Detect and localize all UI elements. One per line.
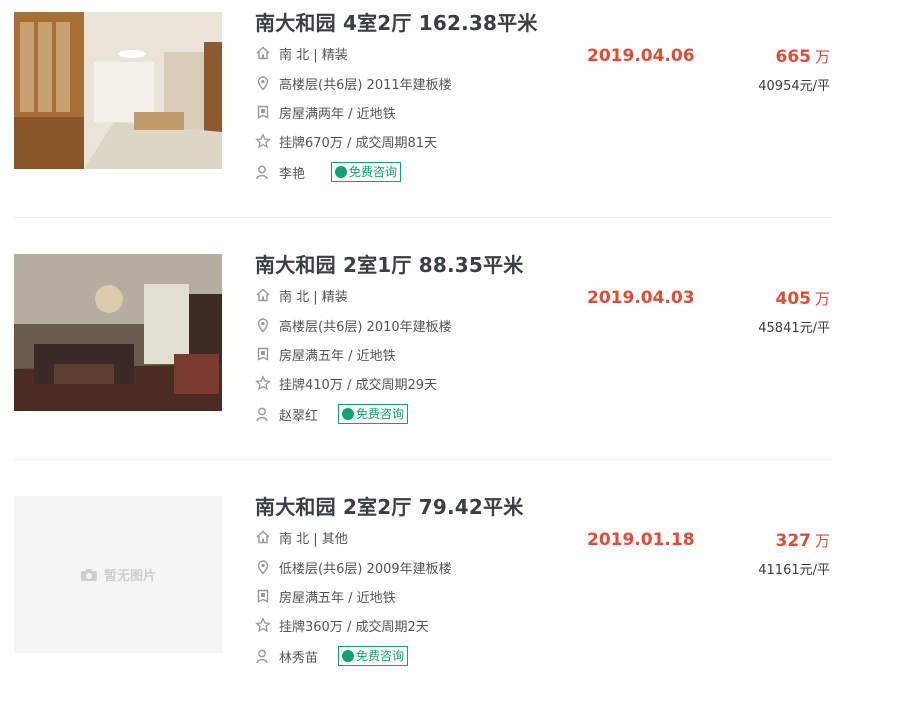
floor-row: 低楼层(共6层) 2009年建板楼 (255, 557, 452, 577)
no-image-placeholder: 暂无图片 (14, 496, 222, 653)
divider (14, 217, 833, 218)
total-price: 665 万 (775, 46, 830, 67)
tags-text: 房屋满两年 / 近地铁 (279, 106, 396, 122)
deal-text: 挂牌670万 / 成交周期81天 (279, 135, 437, 151)
tags-text: 房屋满五年 / 近地铁 (279, 348, 396, 364)
floor-text: 高楼层(共6层) 2010年建板楼 (279, 319, 452, 335)
listing-item[interactable]: 南大和园 2室1厅 88.35平米 南 北 | 精装 高楼层(共6层) 2010… (0, 242, 904, 484)
price-unit: 万 (814, 48, 830, 66)
floor-row: 高楼层(共6层) 2011年建板楼 (255, 73, 452, 93)
free-consult-label: 免费咨询 (356, 407, 405, 421)
location-pin-icon (255, 75, 271, 91)
orientation-row: 南 北 | 精装 (255, 285, 348, 305)
tags-row: 房屋满五年 / 近地铁 (255, 344, 396, 364)
deal-date: 2019.01.18 (587, 530, 695, 550)
star-icon (255, 375, 271, 391)
price-value: 327 (775, 531, 811, 551)
chat-bubble-icon (342, 408, 355, 420)
person-icon (255, 648, 271, 664)
house-icon (255, 529, 271, 545)
orientation-row: 南 北 | 其他 (255, 527, 348, 547)
certificate-icon (255, 346, 271, 362)
deal-row: 挂牌410万 / 成交周期29天 (255, 373, 437, 393)
divider (14, 459, 833, 460)
no-image-text: 暂无图片 (103, 569, 156, 584)
listing-title[interactable]: 南大和园 2室2厅 79.42平米 (255, 491, 523, 520)
orientation-row: 南 北 | 精装 (255, 43, 348, 63)
chat-bubble-icon (342, 650, 355, 662)
location-pin-icon (255, 559, 271, 575)
deal-date: 2019.04.06 (587, 46, 695, 66)
orientation-text: 南 北 | 精装 (279, 289, 348, 305)
unit-price: 41161元/平 (758, 563, 830, 578)
orientation-text: 南 北 | 精装 (279, 47, 348, 63)
unit-price: 45841元/平 (758, 321, 830, 336)
listing-title[interactable]: 南大和园 2室1厅 88.35平米 (255, 249, 523, 278)
deal-date: 2019.04.03 (587, 288, 695, 308)
price-value: 665 (775, 47, 811, 67)
agent-row: 李艳 免费咨询 (255, 162, 402, 182)
listing-item[interactable]: 暂无图片 南大和园 2室2厅 79.42平米 南 北 | 其他 低楼层(共6层)… (0, 484, 904, 726)
free-consult-button[interactable]: 免费咨询 (338, 646, 409, 666)
deal-row: 挂牌670万 / 成交周期81天 (255, 131, 437, 151)
house-icon (255, 45, 271, 61)
star-icon (255, 617, 271, 633)
listing-photo[interactable] (14, 12, 222, 169)
listing-title[interactable]: 南大和园 4室2厅 162.38平米 (255, 7, 538, 36)
orientation-text: 南 北 | 其他 (279, 531, 348, 547)
star-icon (255, 133, 271, 149)
location-pin-icon (255, 317, 271, 333)
deal-row: 挂牌360万 / 成交周期2天 (255, 615, 429, 635)
agent-name[interactable]: 林秀苗 (279, 647, 318, 666)
agent-row: 林秀苗 免费咨询 (255, 646, 409, 666)
tags-row: 房屋满五年 / 近地铁 (255, 586, 396, 606)
camera-icon (80, 568, 98, 582)
person-icon (255, 406, 271, 422)
free-consult-label: 免费咨询 (356, 649, 405, 663)
price-unit: 万 (814, 532, 830, 550)
chat-bubble-icon (335, 166, 348, 178)
floor-text: 高楼层(共6层) 2011年建板楼 (279, 77, 452, 93)
price-unit: 万 (814, 290, 830, 308)
listing-photo[interactable] (14, 254, 222, 411)
agent-row: 赵翠红 免费咨询 (255, 404, 409, 424)
free-consult-button[interactable]: 免费咨询 (331, 162, 402, 182)
listing-photo-placeholder[interactable]: 暂无图片 (14, 496, 222, 653)
certificate-icon (255, 588, 271, 604)
agent-name[interactable]: 赵翠红 (279, 405, 318, 424)
listing-item[interactable]: 南大和园 4室2厅 162.38平米 南 北 | 精装 高楼层(共6层) 201… (0, 0, 904, 242)
tags-row: 房屋满两年 / 近地铁 (255, 102, 396, 122)
free-consult-label: 免费咨询 (349, 165, 398, 179)
agent-name[interactable]: 李艳 (279, 163, 305, 182)
unit-price: 40954元/平 (758, 79, 830, 94)
total-price: 405 万 (775, 288, 830, 309)
price-value: 405 (775, 289, 811, 309)
total-price: 327 万 (775, 530, 830, 551)
floor-text: 低楼层(共6层) 2009年建板楼 (279, 561, 452, 577)
free-consult-button[interactable]: 免费咨询 (338, 404, 409, 424)
house-icon (255, 287, 271, 303)
deal-text: 挂牌360万 / 成交周期2天 (279, 619, 429, 635)
person-icon (255, 164, 271, 180)
floor-row: 高楼层(共6层) 2010年建板楼 (255, 315, 452, 335)
tags-text: 房屋满五年 / 近地铁 (279, 590, 396, 606)
certificate-icon (255, 104, 271, 120)
deal-text: 挂牌410万 / 成交周期29天 (279, 377, 437, 393)
